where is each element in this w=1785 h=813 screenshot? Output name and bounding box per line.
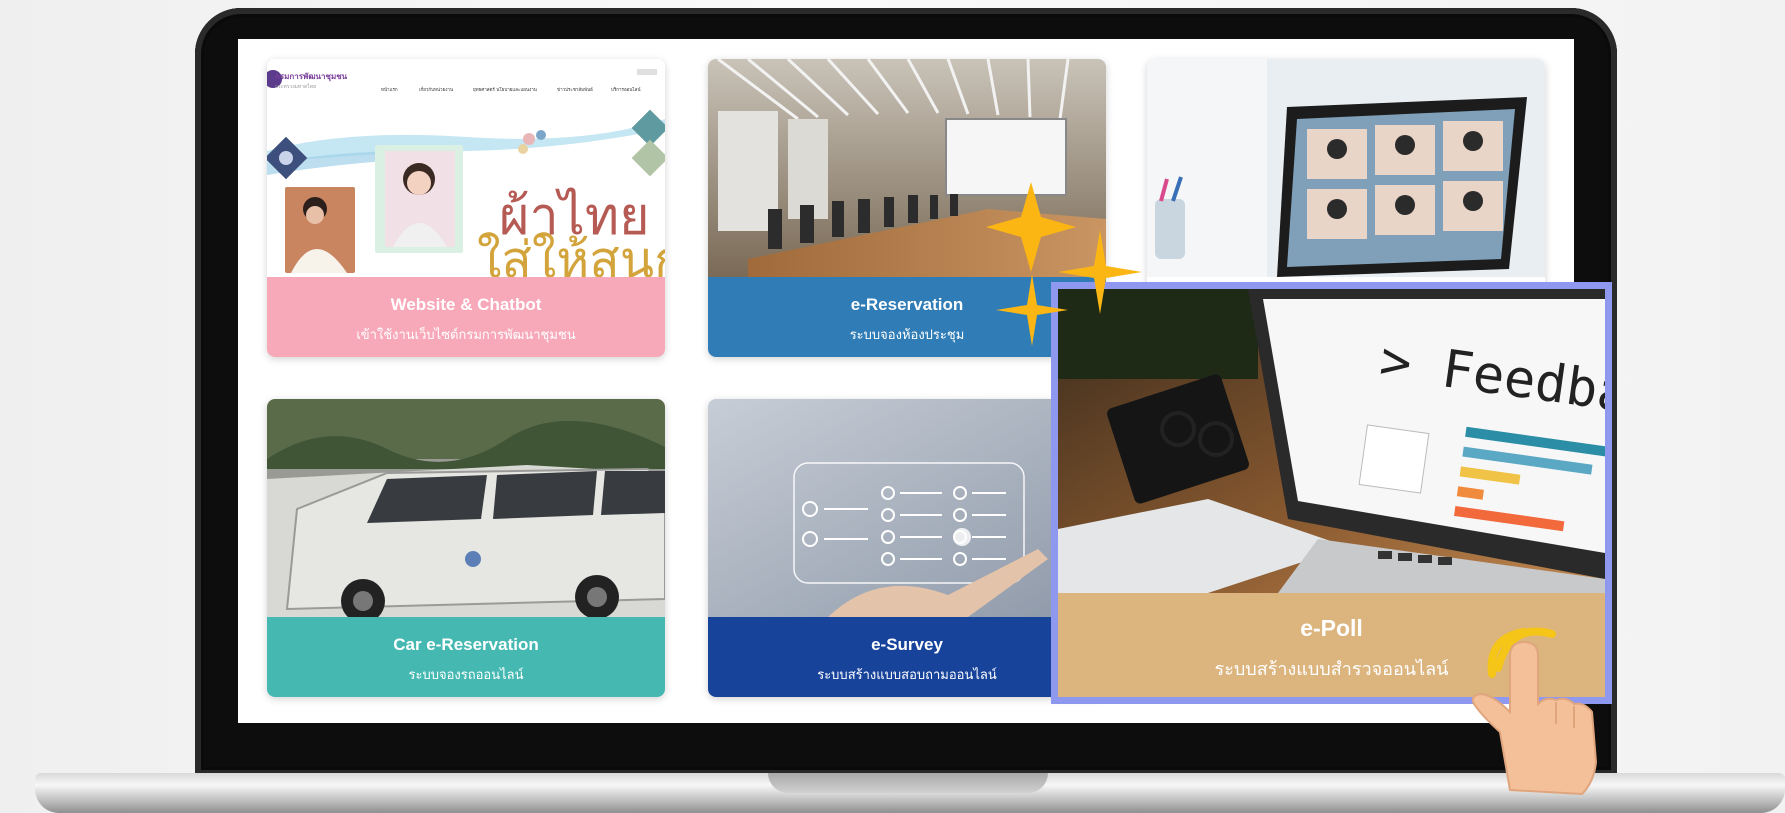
card-label: Website & Chatbot เข้าใช้งานเว็บไซต์กรมก… — [267, 277, 665, 357]
decor-tile-icon — [631, 109, 665, 177]
card-subtitle: เข้าใช้งานเว็บไซต์กรมการพัฒนาชุมชน — [356, 328, 576, 343]
sparkle-icon — [1058, 230, 1142, 314]
banner-line2: ใส่ให้สนุก — [477, 231, 665, 277]
nav-item-strategy[interactable]: ยุทธศาสตร์ นโยบายและแผนงาน — [473, 86, 537, 93]
van-image — [267, 399, 665, 617]
card-website-chatbot[interactable]: กรมการพัฒนาชุมชน กระทรวงมหาดไทย หน้าแรก … — [267, 59, 665, 357]
laptop-notch — [768, 773, 1048, 793]
card-subtitle: ระบบสร้างแบบสอบถามออนไลน์ — [817, 668, 997, 683]
nav-item-home[interactable]: หน้าแรก — [381, 87, 398, 93]
video-conference-image — [1147, 59, 1545, 277]
card-e-survey[interactable]: e-Survey ระบบสร้างแบบสอบถามออนไลน์ — [708, 399, 1106, 697]
nav-item-services[interactable]: บริการออนไลน์ — [611, 86, 641, 93]
nav-item-news[interactable]: ข่าวประชาสัมพันธ์ — [557, 86, 593, 93]
card-title: Car e-Reservation — [393, 635, 539, 654]
card-subtitle: ระบบจองรถออนไลน์ — [408, 668, 524, 683]
website-preview-image: กรมการพัฒนาชุมชน กระทรวงมหาดไทย หน้าแรก … — [267, 59, 665, 277]
card-title: e-Survey — [871, 635, 943, 654]
org-sub: กระทรวงมหาดไทย — [275, 83, 316, 90]
card-title: Website & Chatbot — [390, 295, 542, 314]
pointing-hand-icon — [1471, 627, 1598, 796]
org-name: กรมการพัฒนาชุมชน — [275, 72, 348, 82]
sparkle-icon — [996, 274, 1068, 346]
card-label: Car e-Reservation ระบบจองรถออนไลน์ — [267, 617, 665, 697]
card-car-e-reservation[interactable]: Car e-Reservation ระบบจองรถออนไลน์ — [267, 399, 665, 697]
card-label: e-Survey ระบบสร้างแบบสอบถามออนไลน์ — [708, 617, 1106, 697]
nav-item-about[interactable]: เกี่ยวกับหน่วยงาน — [419, 86, 453, 93]
feedback-laptop-image: > Feedbac — [1058, 289, 1605, 593]
survey-checklist-image — [708, 399, 1106, 617]
